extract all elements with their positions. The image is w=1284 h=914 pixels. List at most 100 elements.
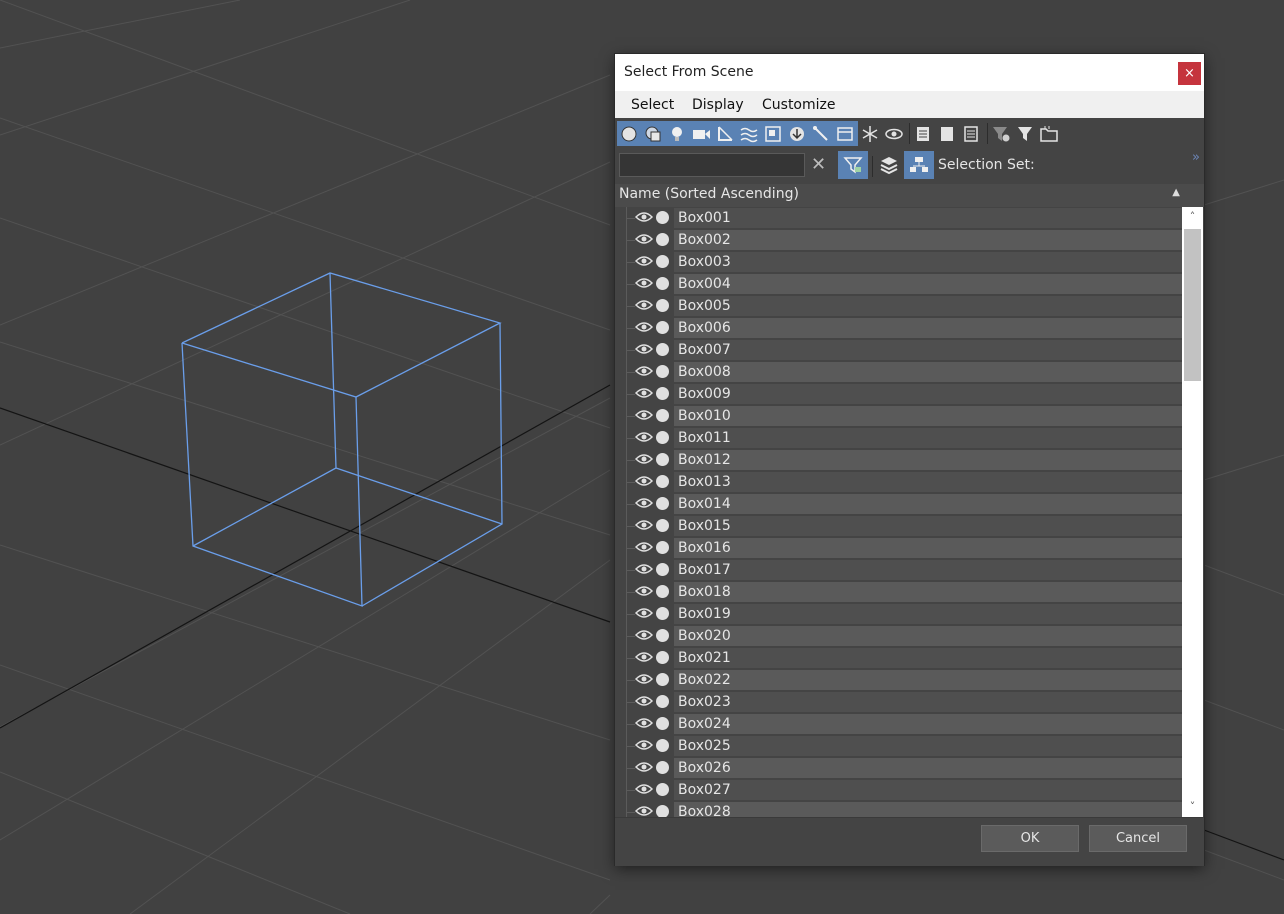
visibility-eye-icon[interactable] bbox=[635, 629, 653, 641]
scroll-thumb[interactable] bbox=[1184, 229, 1201, 381]
object-name-cell[interactable]: Box011 bbox=[674, 428, 1182, 448]
list-item[interactable]: Box014 bbox=[615, 493, 1182, 515]
filter-toggle-button[interactable] bbox=[838, 151, 868, 179]
list-item[interactable]: Box005 bbox=[615, 295, 1182, 317]
list-item[interactable]: Box008 bbox=[615, 361, 1182, 383]
object-name-cell[interactable]: Box025 bbox=[674, 736, 1182, 756]
object-name-cell[interactable]: Box001 bbox=[674, 208, 1182, 228]
object-name-cell[interactable]: Box003 bbox=[674, 252, 1182, 272]
scroll-up-icon[interactable]: ˄ bbox=[1182, 207, 1203, 227]
list-item[interactable]: Box009 bbox=[615, 383, 1182, 405]
visibility-eye-icon[interactable] bbox=[635, 541, 653, 553]
display-layers-button[interactable] bbox=[874, 151, 904, 179]
list-item[interactable]: Box006 bbox=[615, 317, 1182, 339]
list-item[interactable]: Box010 bbox=[615, 405, 1182, 427]
shapes-icon[interactable] bbox=[641, 121, 665, 146]
object-name-cell[interactable]: Box006 bbox=[674, 318, 1182, 338]
visibility-eye-icon[interactable] bbox=[635, 563, 653, 575]
list-item[interactable]: Box004 bbox=[615, 273, 1182, 295]
visibility-eye-icon[interactable] bbox=[635, 277, 653, 289]
object-name-cell[interactable]: Box017 bbox=[674, 560, 1182, 580]
visibility-eye-icon[interactable] bbox=[635, 695, 653, 707]
list-item[interactable]: Box024 bbox=[615, 713, 1182, 735]
visibility-eye-icon[interactable] bbox=[635, 673, 653, 685]
object-name-cell[interactable]: Box015 bbox=[674, 516, 1182, 536]
list-item[interactable]: Box012 bbox=[615, 449, 1182, 471]
object-name-cell[interactable]: Box021 bbox=[674, 648, 1182, 668]
clear-search-icon[interactable]: ✕ bbox=[811, 155, 826, 175]
object-name-cell[interactable]: Box026 bbox=[674, 758, 1182, 778]
visibility-eye-icon[interactable] bbox=[635, 497, 653, 509]
geometry-icon[interactable] bbox=[617, 121, 641, 146]
cameras-icon[interactable] bbox=[689, 121, 713, 146]
visibility-eye-icon[interactable] bbox=[635, 365, 653, 377]
visibility-eye-icon[interactable] bbox=[635, 387, 653, 399]
list-item[interactable]: Box022 bbox=[615, 669, 1182, 691]
name-column-header[interactable]: Name (Sorted Ascending) ▲ bbox=[615, 184, 1204, 208]
visibility-eye-icon[interactable] bbox=[635, 321, 653, 333]
frozen-icon[interactable] bbox=[858, 121, 882, 146]
list-none-icon[interactable] bbox=[935, 121, 959, 146]
list-item[interactable]: Box016 bbox=[615, 537, 1182, 559]
filter-settings-icon[interactable] bbox=[989, 121, 1013, 146]
menu-customize[interactable]: Customize bbox=[762, 97, 836, 113]
list-item[interactable]: Box027 bbox=[615, 779, 1182, 801]
list-all-icon[interactable] bbox=[911, 121, 935, 146]
visibility-eye-icon[interactable] bbox=[635, 607, 653, 619]
helpers-icon[interactable] bbox=[713, 121, 737, 146]
list-item[interactable]: Box011 bbox=[615, 427, 1182, 449]
space-warps-icon[interactable] bbox=[737, 121, 761, 146]
object-name-cell[interactable]: Box027 bbox=[674, 780, 1182, 800]
object-name-cell[interactable]: Box028 bbox=[674, 802, 1182, 817]
box-wireframe[interactable] bbox=[181, 272, 503, 607]
list-invert-icon[interactable] bbox=[959, 121, 983, 146]
list-item[interactable]: Box028 bbox=[615, 801, 1182, 817]
list-item[interactable]: Box001 bbox=[615, 207, 1182, 229]
visibility-eye-icon[interactable] bbox=[635, 233, 653, 245]
object-name-cell[interactable]: Box013 bbox=[674, 472, 1182, 492]
list-item[interactable]: Box025 bbox=[615, 735, 1182, 757]
object-name-cell[interactable]: Box008 bbox=[674, 362, 1182, 382]
visibility-eye-icon[interactable] bbox=[635, 519, 653, 531]
object-name-cell[interactable]: Box020 bbox=[674, 626, 1182, 646]
object-name-cell[interactable]: Box018 bbox=[674, 582, 1182, 602]
visibility-eye-icon[interactable] bbox=[635, 651, 653, 663]
list-item[interactable]: Box013 bbox=[615, 471, 1182, 493]
containers-icon[interactable] bbox=[833, 121, 857, 146]
visibility-eye-icon[interactable] bbox=[635, 299, 653, 311]
visibility-eye-icon[interactable] bbox=[635, 761, 653, 773]
object-name-cell[interactable]: Box010 bbox=[674, 406, 1182, 426]
object-name-cell[interactable]: Box005 bbox=[674, 296, 1182, 316]
hidden-icon[interactable] bbox=[882, 121, 906, 146]
visibility-eye-icon[interactable] bbox=[635, 739, 653, 751]
folder-icon[interactable] bbox=[1037, 121, 1061, 146]
visibility-eye-icon[interactable] bbox=[635, 255, 653, 267]
bones-icon[interactable] bbox=[809, 121, 833, 146]
menu-display[interactable]: Display bbox=[692, 97, 744, 113]
visibility-eye-icon[interactable] bbox=[635, 783, 653, 795]
visibility-eye-icon[interactable] bbox=[635, 585, 653, 597]
object-name-cell[interactable]: Box009 bbox=[674, 384, 1182, 404]
object-name-cell[interactable]: Box024 bbox=[674, 714, 1182, 734]
close-button[interactable]: × bbox=[1178, 62, 1201, 85]
filter-icon[interactable] bbox=[1013, 121, 1037, 146]
list-scrollbar[interactable]: ˄ ˅ bbox=[1182, 207, 1203, 817]
scroll-down-icon[interactable]: ˅ bbox=[1182, 797, 1203, 817]
ok-button[interactable]: OK bbox=[981, 825, 1079, 852]
object-name-cell[interactable]: Box007 bbox=[674, 340, 1182, 360]
title-bar[interactable]: Select From Scene × bbox=[615, 54, 1204, 91]
list-item[interactable]: Box020 bbox=[615, 625, 1182, 647]
object-name-cell[interactable]: Box016 bbox=[674, 538, 1182, 558]
object-name-cell[interactable]: Box023 bbox=[674, 692, 1182, 712]
cancel-button[interactable]: Cancel bbox=[1089, 825, 1187, 852]
visibility-eye-icon[interactable] bbox=[635, 409, 653, 421]
visibility-eye-icon[interactable] bbox=[635, 805, 653, 817]
list-item[interactable]: Box019 bbox=[615, 603, 1182, 625]
visibility-eye-icon[interactable] bbox=[635, 431, 653, 443]
list-item[interactable]: Box018 bbox=[615, 581, 1182, 603]
visibility-eye-icon[interactable] bbox=[635, 717, 653, 729]
more-options-icon[interactable]: » bbox=[1192, 150, 1200, 165]
lights-icon[interactable] bbox=[665, 121, 689, 146]
display-hierarchy-button[interactable] bbox=[904, 151, 934, 179]
list-item[interactable]: Box002 bbox=[615, 229, 1182, 251]
